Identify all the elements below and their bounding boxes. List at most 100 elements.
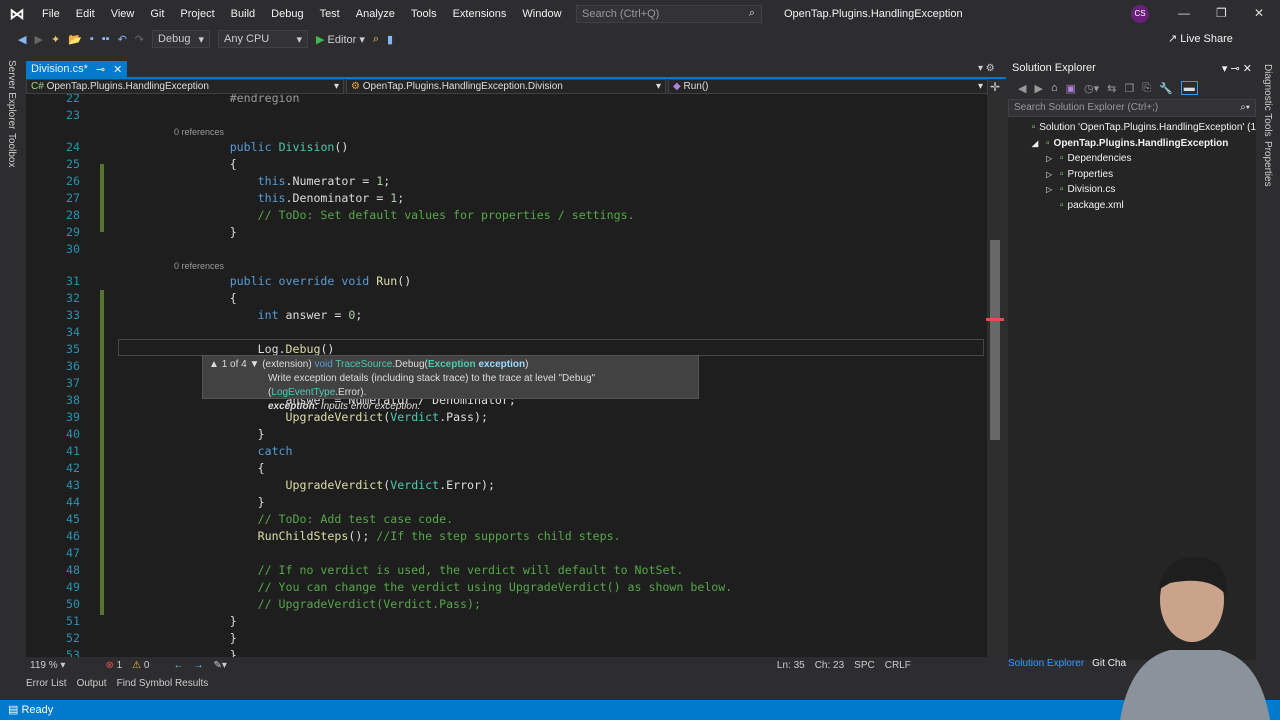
properties-tab[interactable]: Properties xyxy=(1262,141,1273,187)
brush-icon[interactable]: ✎▾ xyxy=(213,660,226,671)
code-token: .Numerator = xyxy=(285,174,377,188)
zoom-dropdown[interactable]: 119 % ▾ xyxy=(30,660,65,671)
undo-icon[interactable]: ↶ xyxy=(118,33,127,46)
output-tab[interactable]: Output xyxy=(77,678,107,689)
line-endings[interactable]: CRLF xyxy=(885,660,911,671)
expanded-arrow-icon[interactable]: ◢ xyxy=(1032,139,1042,148)
tree-item[interactable]: ▷ ▫ Division.cs xyxy=(1008,182,1256,198)
dropdown-icon[interactable]: ▾ xyxy=(1222,63,1228,75)
tree-item[interactable]: ▷ ▫ Properties xyxy=(1008,167,1256,183)
save-icon[interactable]: ▪ xyxy=(90,33,94,45)
run-button[interactable]: ▶ Editor ▾ xyxy=(316,33,365,46)
codelens-references[interactable]: 0 references xyxy=(174,261,224,271)
class-dropdown[interactable]: ⚙ OpenTap.Plugins.HandlingException.Divi… xyxy=(346,79,666,94)
switch-views-icon[interactable]: ▣ xyxy=(1066,82,1076,95)
pin-icon[interactable]: ⊸ xyxy=(1231,63,1240,75)
configuration-dropdown[interactable]: Debug ▾ xyxy=(152,30,211,48)
diagnostic-tools-tab[interactable]: Diagnostic Tools xyxy=(1262,64,1273,137)
tab-overflow-icon[interactable]: ▾ ⚙ xyxy=(978,63,995,74)
solution-explorer-search[interactable]: Search Solution Explorer (Ctrl+;) ⌕▾ xyxy=(1008,99,1256,117)
tree-item[interactable]: ▫ package.xml xyxy=(1008,198,1256,214)
tab-close-icon[interactable]: ✕ xyxy=(113,63,122,76)
menu-view[interactable]: View xyxy=(103,8,143,20)
prev-issue-icon[interactable]: ← xyxy=(173,660,183,671)
live-share-button[interactable]: ↗ Live Share xyxy=(1168,32,1233,45)
menu-edit[interactable]: Edit xyxy=(68,8,103,20)
person-shirt xyxy=(1120,650,1270,720)
find-icon[interactable]: ⌕ xyxy=(373,33,379,46)
sync-icon[interactable]: ⇆ xyxy=(1107,82,1116,95)
expand-arrow-icon[interactable]: ▷ xyxy=(1046,154,1056,163)
project-dropdown[interactable]: C# OpenTap.Plugins.HandlingException ▾ xyxy=(26,79,344,94)
search-input[interactable]: Search (Ctrl+Q) ⌕ xyxy=(576,5,762,23)
forward-icon[interactable]: ▶ xyxy=(1034,82,1042,95)
menu-build[interactable]: Build xyxy=(223,8,263,20)
maximize-icon[interactable]: ❐ xyxy=(1216,6,1227,20)
code-line: RunChildSteps(); //If the step supports … xyxy=(118,529,621,543)
overload-down-icon[interactable]: ▼ xyxy=(250,359,260,370)
overload-up-icon[interactable]: ▲ xyxy=(209,359,219,370)
line-number: 32 xyxy=(66,291,80,305)
scrollbar-thumb[interactable] xyxy=(990,240,1000,440)
visual-studio-logo-icon: ⋈ xyxy=(9,6,25,23)
code-line: } xyxy=(118,225,237,239)
find-symbol-results-tab[interactable]: Find Symbol Results xyxy=(117,678,209,689)
code-line: public override void Run() xyxy=(118,274,412,288)
server-explorer-tab[interactable]: Server Explorer xyxy=(6,60,17,129)
member-dropdown[interactable]: ◆ Run() ▾ xyxy=(668,79,988,94)
tree-item[interactable]: ◢ ▫ OpenTap.Plugins.HandlingException xyxy=(1008,136,1256,152)
line-number: 45 xyxy=(66,512,80,526)
back-icon[interactable]: ◀ xyxy=(1018,82,1026,95)
pin-icon[interactable]: ⊸ xyxy=(96,63,105,76)
forward-icon[interactable]: ▶ xyxy=(34,33,42,46)
menu-test[interactable]: Test xyxy=(312,8,348,20)
show-all-files-icon[interactable]: ⎘ xyxy=(1142,82,1151,95)
menu-project[interactable]: Project xyxy=(172,8,222,20)
open-icon[interactable]: 📂 xyxy=(68,33,82,46)
tree-item[interactable]: ▫ Solution 'OpenTap.Plugins.HandlingExcep… xyxy=(1008,120,1256,136)
close-icon[interactable]: ✕ xyxy=(1254,6,1264,20)
menu-extensions[interactable]: Extensions xyxy=(445,8,515,20)
error-list-tab[interactable]: Error List xyxy=(26,678,67,689)
menu-window[interactable]: Window xyxy=(514,8,569,20)
menu-git[interactable]: Git xyxy=(142,8,172,20)
line-number: 52 xyxy=(66,631,80,645)
whitespace-mode[interactable]: SPC xyxy=(854,660,875,671)
code-line: // If no verdict is used, the verdict wi… xyxy=(118,563,684,577)
solution-explorer-tab[interactable]: Solution Explorer xyxy=(1008,658,1084,669)
avatar[interactable]: CS xyxy=(1131,5,1149,23)
close-panel-icon[interactable]: ✕ xyxy=(1243,63,1252,75)
tree-item[interactable]: ▷ ▫ Dependencies xyxy=(1008,151,1256,167)
back-icon[interactable]: ◀ xyxy=(18,33,26,46)
menu-file[interactable]: File xyxy=(34,8,68,20)
save-all-icon[interactable]: ▪▪ xyxy=(102,33,110,45)
errors-indicator[interactable]: ⊗ 1 xyxy=(105,660,122,671)
minimize-icon[interactable]: — xyxy=(1178,6,1190,20)
navigation-bar: C# OpenTap.Plugins.HandlingException ▾ ⚙ … xyxy=(26,79,1006,94)
toolbox-tab[interactable]: Toolbox xyxy=(6,133,17,167)
bookmark-icon[interactable]: ▮ xyxy=(387,33,393,46)
next-issue-icon[interactable]: → xyxy=(193,660,203,671)
new-project-icon[interactable]: ✦ xyxy=(51,33,60,46)
home-icon[interactable]: ⌂ xyxy=(1051,82,1058,94)
search-placeholder: Search (Ctrl+Q) xyxy=(582,8,660,20)
split-icon[interactable]: ✛ xyxy=(990,80,1000,94)
expand-arrow-icon[interactable]: ▷ xyxy=(1046,170,1056,179)
line-number: 49 xyxy=(66,580,80,594)
codelens-references[interactable]: 0 references xyxy=(174,127,224,137)
tab-division-cs[interactable]: Division.cs* ⊸ ✕ xyxy=(26,61,128,77)
redo-icon[interactable]: ↷ xyxy=(135,33,144,46)
code-line: } xyxy=(118,495,265,509)
warnings-indicator[interactable]: ⚠ 0 xyxy=(132,660,149,671)
collapse-all-icon[interactable]: ❐ xyxy=(1124,82,1134,95)
menu-tools[interactable]: Tools xyxy=(403,8,445,20)
tooltip-enum-value: .Error). xyxy=(335,387,367,398)
expand-arrow-icon[interactable]: ▷ xyxy=(1046,185,1056,194)
properties-wrench-icon[interactable]: 🔧 xyxy=(1159,82,1173,95)
history-icon[interactable]: ◷▾ xyxy=(1084,82,1099,95)
menu-analyze[interactable]: Analyze xyxy=(348,8,403,20)
menu-debug[interactable]: Debug xyxy=(263,8,311,20)
platform-dropdown[interactable]: Any CPU ▾ xyxy=(218,30,309,48)
preview-icon[interactable]: ▬ xyxy=(1180,81,1198,95)
code-token: ; xyxy=(397,191,405,205)
